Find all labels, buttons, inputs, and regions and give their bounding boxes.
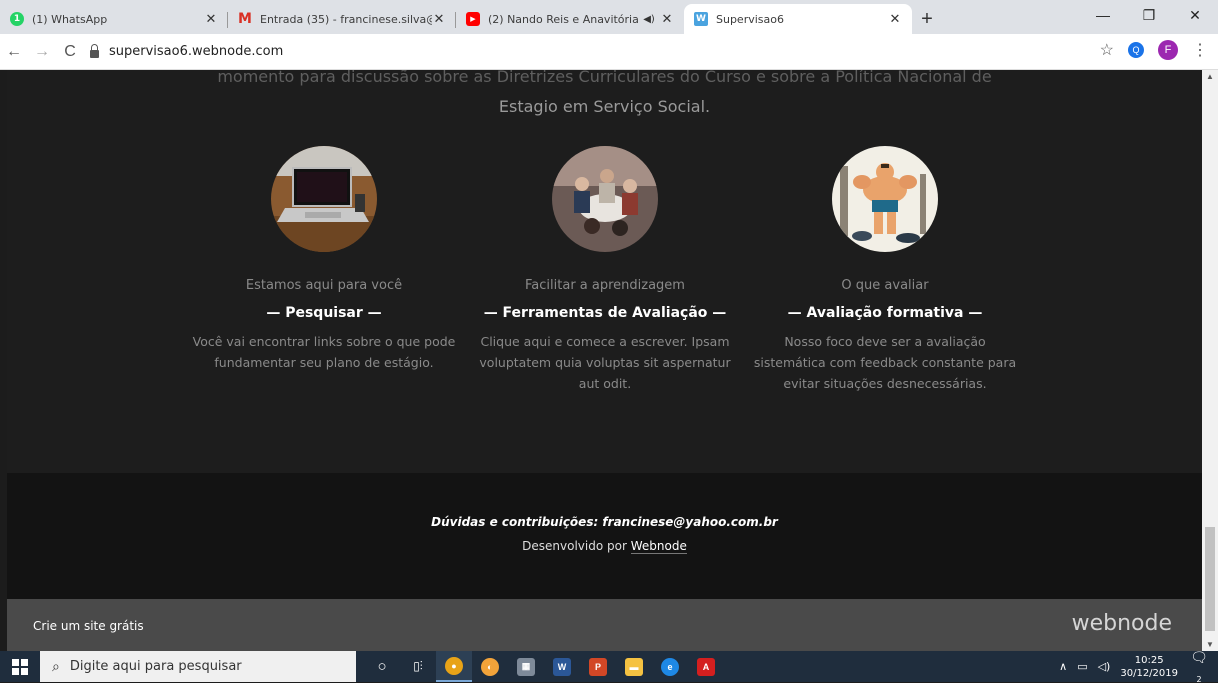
menu-kebab-icon[interactable]: ⋮ xyxy=(1192,40,1208,60)
scroll-up-arrow-icon[interactable]: ▲ xyxy=(1206,72,1214,81)
search-placeholder: Digite aqui para pesquisar xyxy=(69,659,242,674)
system-tray: ∧ ▭ ◁) 10:25 30/12/2019 🗨2 xyxy=(1059,650,1218,683)
close-icon[interactable]: ✕ xyxy=(888,12,902,27)
developed-by-label: Desenvolvido por xyxy=(522,539,627,553)
powerpoint-taskbar-icon[interactable]: P xyxy=(580,651,616,682)
taskbar-search[interactable]: ⌕ Digite aqui para pesquisar xyxy=(40,651,356,682)
close-icon[interactable]: ✕ xyxy=(432,12,446,27)
minimize-button[interactable]: — xyxy=(1080,0,1126,30)
feature-pesquisar: Estamos aqui para você — Pesquisar — Voc… xyxy=(184,146,464,373)
reload-button[interactable]: C xyxy=(56,43,84,61)
webnode-icon: W xyxy=(694,12,708,26)
url-text: supervisao6.webnode.com xyxy=(109,44,284,59)
cortana-button[interactable]: ○ xyxy=(364,651,400,682)
scroll-down-arrow-icon[interactable]: ▼ xyxy=(1206,640,1214,649)
contact-text: Dúvidas e contribuições: francinese@yaho… xyxy=(431,515,778,529)
feature-description: Clique aqui e comece a escrever. Ipsam v… xyxy=(479,334,731,391)
whatsapp-icon: 1 xyxy=(10,12,24,26)
vertical-scrollbar[interactable]: ▲ ▼ xyxy=(1202,70,1218,651)
lock-icon xyxy=(90,43,99,58)
bodybuilder-illustration[interactable] xyxy=(832,146,938,252)
task-view-button[interactable]: ▯⫶ xyxy=(400,651,436,682)
start-button[interactable] xyxy=(0,658,40,675)
feature-subtitle: Facilitar a aprendizagem xyxy=(525,278,685,293)
webnode-promo-bar: Crie um site grátis webnode xyxy=(7,599,1202,651)
intro-text: momento para discussão sobre as Diretriz… xyxy=(7,70,1202,122)
clock[interactable]: 10:25 30/12/2019 xyxy=(1120,654,1178,680)
close-icon[interactable]: ✕ xyxy=(204,12,218,27)
webnode-logo[interactable]: webnode xyxy=(1072,611,1172,636)
tab-youtube[interactable]: ▶ (2) Nando Reis e Anavitória - ◀) ✕ xyxy=(456,4,684,34)
edge-taskbar-icon[interactable]: e xyxy=(652,651,688,682)
site-footer: Dúvidas e contribuições: francinese@yaho… xyxy=(7,473,1202,599)
forward-button[interactable]: → xyxy=(28,43,56,61)
audio-icon[interactable]: ◀) xyxy=(642,14,656,25)
feature-avaliacao-formativa: O que avaliar — Avaliação formativa — No… xyxy=(745,146,1025,394)
url-field[interactable]: supervisao6.webnode.com xyxy=(90,43,284,59)
word-taskbar-icon[interactable]: W xyxy=(544,651,580,682)
acrobat-taskbar-icon[interactable]: A xyxy=(688,651,724,682)
tab-gmail[interactable]: M Entrada (35) - francinese.silva@p ✕ xyxy=(228,4,456,34)
tab-supervisao6[interactable]: W Supervisao6 ✕ xyxy=(684,4,912,34)
back-button[interactable]: ← xyxy=(0,43,28,61)
notification-center-icon[interactable]: 🗨2 xyxy=(1188,650,1210,683)
new-tab-button[interactable]: + xyxy=(912,4,942,34)
create-site-link[interactable]: Crie um site grátis xyxy=(33,619,144,633)
tab-title: Supervisao6 xyxy=(716,12,784,26)
chrome-taskbar-icon[interactable]: ● xyxy=(436,651,472,682)
youtube-icon: ▶ xyxy=(466,12,480,26)
feature-description: Nosso foco deve ser a avaliação sistemát… xyxy=(753,334,1017,391)
restore-button[interactable]: ❐ xyxy=(1126,0,1172,30)
chevron-up-icon[interactable]: ∧ xyxy=(1059,660,1067,673)
tab-whatsapp[interactable]: 1 (1) WhatsApp ✕ xyxy=(0,4,228,34)
window-controls: — ❐ ✕ xyxy=(1080,0,1218,30)
network-icon[interactable]: ▭ xyxy=(1077,660,1087,673)
laptop-image[interactable] xyxy=(271,146,377,252)
search-icon: ⌕ xyxy=(52,658,60,675)
tab-title: (1) WhatsApp xyxy=(32,12,108,26)
windows-logo-icon xyxy=(12,658,28,675)
address-bar: ← → C supervisao6.webnode.com ☆ Q F ⋮ xyxy=(0,34,1218,70)
feature-subtitle: O que avaliar xyxy=(841,278,929,293)
clock-date: 30/12/2019 xyxy=(1120,667,1178,679)
feature-ferramentas: Facilitar a aprendizagem — Ferramentas d… xyxy=(465,146,745,394)
developed-by: Desenvolvido por Webnode xyxy=(7,539,1202,554)
gmail-icon: M xyxy=(238,11,252,27)
tab-title: (2) Nando Reis e Anavitória - xyxy=(488,12,642,26)
page-content: momento para discussão sobre as Diretriz… xyxy=(7,70,1202,651)
group-meeting-image[interactable] xyxy=(552,146,658,252)
feature-title[interactable]: — Pesquisar — xyxy=(184,305,464,321)
app-taskbar-icon[interactable]: ▦ xyxy=(508,651,544,682)
profile-avatar[interactable]: F xyxy=(1158,40,1178,60)
volume-icon[interactable]: ◁) xyxy=(1098,660,1111,673)
feature-title[interactable]: — Ferramentas de Avaliação — xyxy=(465,305,745,321)
tab-title: Entrada (35) - francinese.silva@p xyxy=(260,12,432,26)
feature-subtitle: Estamos aqui para você xyxy=(245,278,403,293)
webnode-link[interactable]: Webnode xyxy=(630,539,687,554)
extension-icon[interactable]: Q xyxy=(1128,42,1144,58)
feature-description: Você vai encontrar links sobre o que pod… xyxy=(192,334,456,370)
close-icon[interactable]: ✕ xyxy=(660,12,674,27)
intro-line-2: Estagio em Serviço Social. xyxy=(498,97,711,116)
intro-line-1: momento para discussão sobre as Diretriz… xyxy=(217,70,992,86)
browser-tab-bar: 1 (1) WhatsApp ✕ M Entrada (35) - franci… xyxy=(0,0,1218,34)
close-window-button[interactable]: ✕ xyxy=(1172,0,1218,30)
feature-title[interactable]: — Avaliação formativa — xyxy=(745,305,1025,321)
bookmark-star-icon[interactable]: ☆ xyxy=(1100,40,1114,60)
file-explorer-taskbar-icon[interactable]: ▬ xyxy=(616,651,652,682)
windows-taskbar: ⌕ Digite aqui para pesquisar ○ ▯⫶ ● ◐ ▦ … xyxy=(0,650,1218,683)
clock-time: 10:25 xyxy=(1134,654,1164,666)
app-taskbar-icon[interactable]: ◐ xyxy=(472,651,508,682)
scrollbar-thumb[interactable] xyxy=(1205,527,1215,631)
